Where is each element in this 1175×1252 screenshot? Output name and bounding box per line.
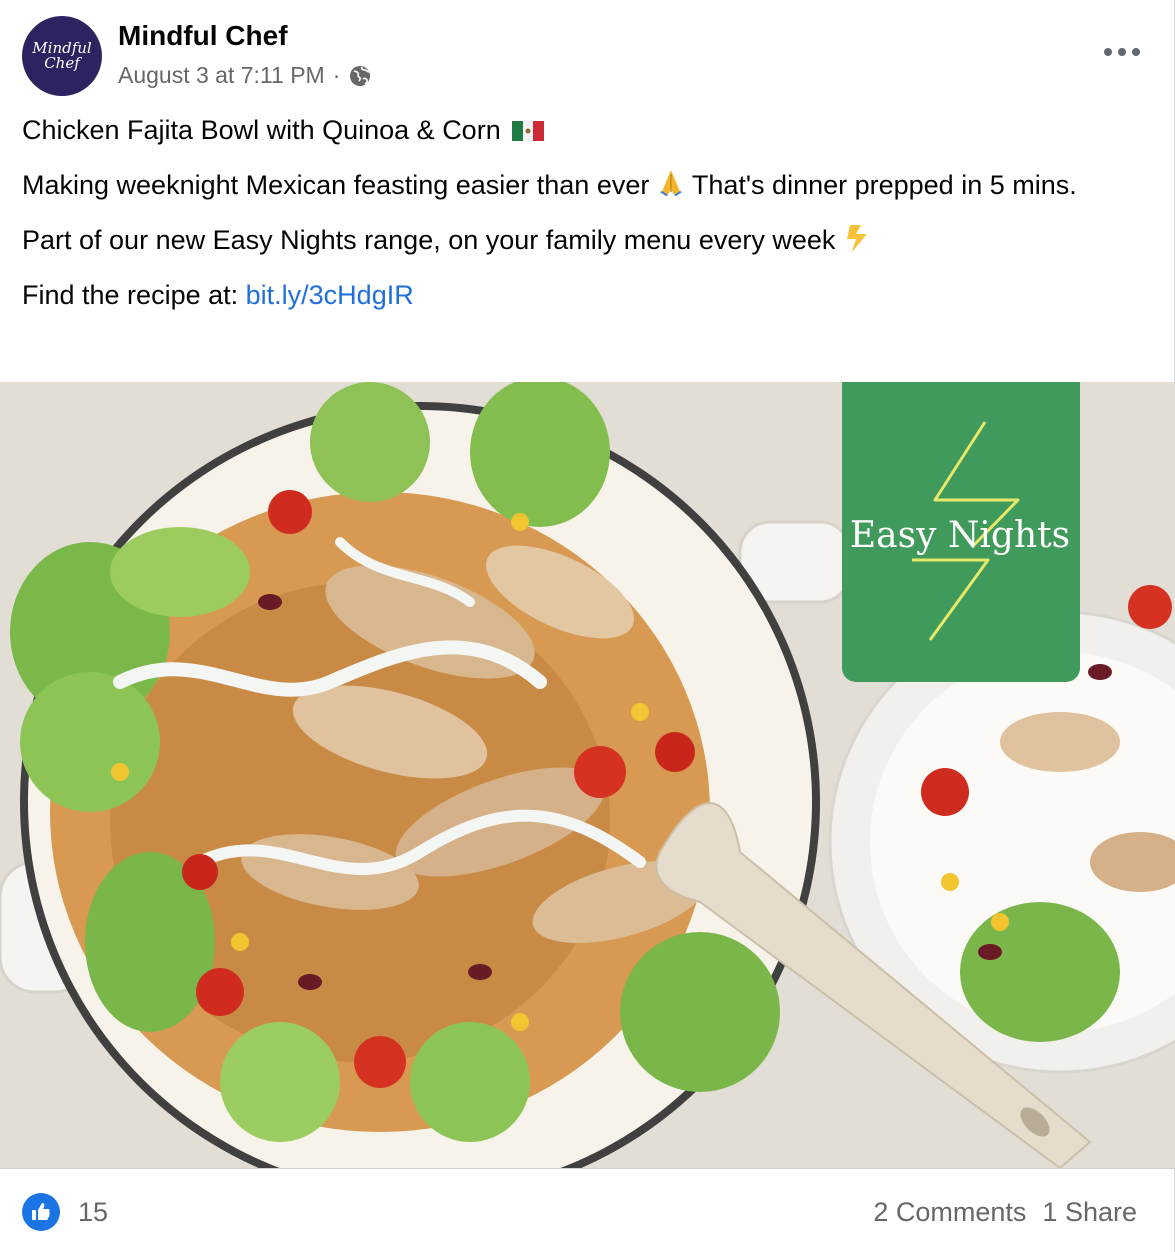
post-paragraph-4: Find the recipe at: bit.ly/3cHdgIR (22, 275, 1152, 315)
globe-icon[interactable] (348, 64, 372, 88)
recipe-label: Find the recipe at: (22, 280, 239, 310)
like-count[interactable]: 15 (78, 1197, 108, 1228)
recipe-link[interactable]: bit.ly/3cHdgIR (246, 280, 414, 310)
post-line2-after: That's dinner prepped in 5 mins. (691, 170, 1077, 200)
post-header: Mindful Chef Mindful Chef August 3 at 7:… (22, 16, 1152, 96)
mexico-flag-icon (512, 112, 545, 141)
page-name[interactable]: Mindful Chef (118, 20, 288, 52)
easy-nights-badge-text: Easy Nights (850, 515, 1070, 556)
engagement-stats: 2 Comments 1 Share (873, 1197, 1137, 1228)
facebook-post: Mindful Chef Mindful Chef August 3 at 7:… (0, 0, 1175, 1252)
post-paragraph-3: Part of our new Easy Nights range, on yo… (22, 220, 1152, 260)
avatar-logo-text: Mindful Chef (32, 39, 92, 72)
folded-hands-icon (657, 168, 685, 198)
more-options-icon[interactable] (1104, 40, 1140, 64)
lightning-icon (843, 223, 871, 253)
like-reaction-icon[interactable] (22, 1193, 60, 1231)
meta-separator: · (332, 62, 341, 88)
post-line3: Part of our new Easy Nights range, on yo… (22, 225, 836, 255)
post-meta: August 3 at 7:11 PM · (118, 62, 372, 89)
post-timestamp[interactable]: August 3 at 7:11 PM (118, 62, 325, 89)
post-message: Chicken Fajita Bowl with Quinoa & Corn M… (22, 110, 1152, 330)
avatar[interactable]: Mindful Chef (22, 16, 102, 96)
post-image[interactable]: Easy Nights (0, 382, 1175, 1168)
post-paragraph-title: Chicken Fajita Bowl with Quinoa & Corn (22, 110, 1152, 150)
shares-count-link[interactable]: 1 Share (1042, 1197, 1137, 1228)
post-line2-before: Making weeknight Mexican feasting easier… (22, 170, 650, 200)
post-footer: 15 2 Comments 1 Share (0, 1168, 1175, 1252)
post-title-text: Chicken Fajita Bowl with Quinoa & Corn (22, 115, 501, 145)
comments-count-link[interactable]: 2 Comments (873, 1197, 1026, 1228)
post-paragraph-2: Making weeknight Mexican feasting easier… (22, 165, 1152, 205)
